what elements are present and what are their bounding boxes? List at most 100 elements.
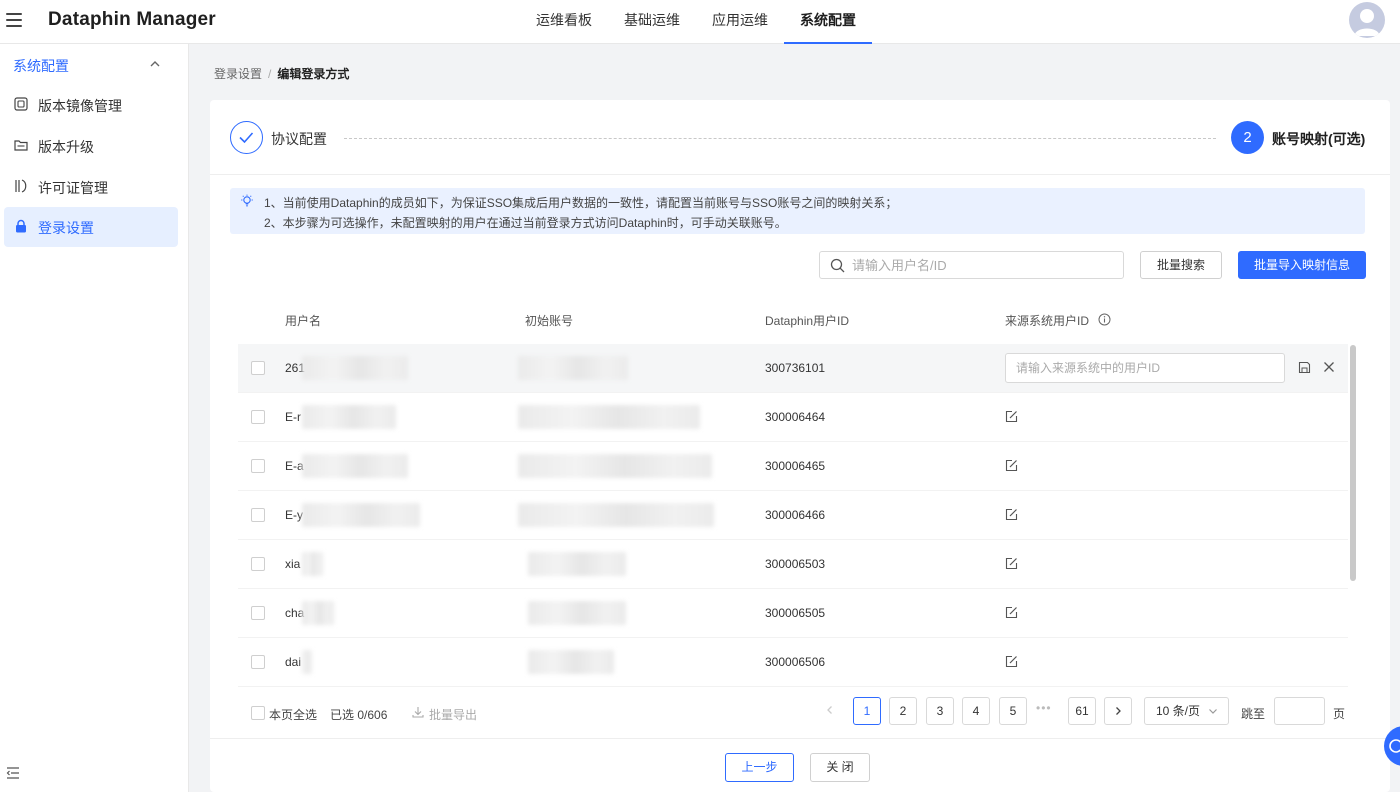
chevron-up-icon: [150, 61, 160, 67]
nav-app-ops[interactable]: 应用运维: [696, 0, 784, 44]
close-icon[interactable]: [1323, 361, 1335, 373]
user-avatar-icon: [1354, 9, 1380, 36]
sidebar-item-login-settings[interactable]: 登录设置: [4, 207, 178, 247]
column-header-initial-account: 初始账号: [525, 314, 574, 328]
breadcrumb-login-settings[interactable]: 登录设置: [214, 67, 262, 81]
page-button-1[interactable]: 1: [853, 697, 881, 725]
brand-logo[interactable]: Dataphin Manager: [48, 9, 216, 31]
collapse-sidebar-icon[interactable]: [6, 766, 20, 780]
divider: [210, 738, 1390, 739]
user-search-box[interactable]: [819, 251, 1124, 279]
edit-icon[interactable]: [1005, 508, 1018, 521]
row-checkbox[interactable]: [251, 655, 265, 669]
source-id-field[interactable]: [1005, 353, 1285, 383]
edit-icon[interactable]: [1005, 606, 1018, 619]
batch-export-button[interactable]: 批量导出: [429, 706, 477, 723]
sidebar-item-image-management[interactable]: 版本镜像管理: [4, 85, 178, 125]
row-checkbox[interactable]: [251, 410, 265, 424]
page-size-select[interactable]: 10 条/页: [1144, 697, 1229, 725]
edit-icon[interactable]: [1005, 459, 1018, 472]
redacted-initial-account: [528, 650, 614, 674]
page-ellipsis[interactable]: •••: [1036, 701, 1052, 715]
column-header-username: 用户名: [285, 314, 322, 328]
dataphin-id-cell: 300006503: [765, 557, 826, 571]
column-header-source-id: 来源系统用户ID: [1005, 314, 1090, 328]
sidebar: 系统配置 版本镜像管理 版本升级 许可证管理 登录设置: [0, 44, 189, 792]
info-notice: 1、当前使用Dataphin的成员如下，为保证SSO集成后用户数据的一致性，请配…: [230, 188, 1365, 234]
select-page-checkbox[interactable]: [251, 706, 265, 720]
save-icon[interactable]: [1298, 361, 1311, 374]
nav-ops-dashboard[interactable]: 运维看板: [520, 0, 608, 44]
username-cell: E-a: [285, 459, 304, 473]
edit-icon[interactable]: [1005, 557, 1018, 570]
page-button-last[interactable]: 61: [1068, 697, 1096, 725]
search-icon: [830, 258, 845, 273]
source-id-input[interactable]: [1016, 359, 1276, 377]
edit-icon[interactable]: [1005, 410, 1018, 423]
step-1-label: 协议配置: [271, 131, 327, 147]
info-line-2: 2、本步骤为可选操作，未配置映射的用户在通过当前登录方式访问Dataphin时，…: [264, 216, 787, 230]
page-button-4[interactable]: 4: [962, 697, 990, 725]
next-page-button[interactable]: [1104, 697, 1132, 725]
page-button-3[interactable]: 3: [926, 697, 954, 725]
check-icon: [239, 132, 254, 144]
dataphin-id-cell: 300006466: [765, 508, 826, 522]
sidebar-item-version-upgrade[interactable]: 版本升级: [4, 126, 178, 166]
redacted-username: [302, 503, 420, 527]
username-cell: E-r: [285, 410, 301, 424]
row-checkbox[interactable]: [251, 606, 265, 620]
redacted-username: [302, 454, 408, 478]
table-row[interactable]: E-y 300006466: [238, 491, 1348, 540]
image-icon: [14, 97, 28, 111]
sidebar-item-license[interactable]: 许可证管理: [4, 167, 178, 207]
redacted-initial-account: [518, 454, 712, 478]
main-nav: 运维看板 基础运维 应用运维 系统配置: [520, 0, 872, 44]
table-row[interactable]: E-a 300006465: [238, 442, 1348, 491]
batch-import-mapping-button[interactable]: 批量导入映射信息: [1238, 251, 1366, 279]
redacted-username: [302, 601, 334, 625]
row-checkbox[interactable]: [251, 557, 265, 571]
step-connector: [344, 138, 1216, 139]
selected-count: 已选 0/606: [330, 708, 388, 722]
prev-page-button[interactable]: [816, 697, 844, 725]
jump-page-input[interactable]: [1274, 697, 1325, 725]
edit-icon[interactable]: [1005, 655, 1018, 668]
select-page-label[interactable]: 本页全选: [269, 706, 317, 723]
dataphin-id-cell: 300736101: [765, 361, 826, 375]
table-row[interactable]: cha 300006505: [238, 589, 1348, 638]
row-checkbox[interactable]: [251, 508, 265, 522]
search-input[interactable]: [852, 255, 1117, 275]
batch-search-button[interactable]: 批量搜索: [1140, 251, 1222, 279]
redacted-username: [302, 405, 396, 429]
redacted-initial-account: [518, 405, 700, 429]
row-checkbox[interactable]: [251, 361, 265, 375]
divider: [210, 174, 1390, 175]
table-row[interactable]: E-r 300006464: [238, 393, 1348, 442]
sidebar-item-label: 许可证管理: [38, 180, 108, 196]
page-button-2[interactable]: 2: [889, 697, 917, 725]
table-scrollbar[interactable]: [1350, 345, 1356, 581]
page-button-5[interactable]: 5: [999, 697, 1027, 725]
sidebar-item-label: 登录设置: [38, 220, 94, 236]
sidebar-item-label: 版本升级: [38, 139, 94, 155]
breadcrumb-current: 编辑登录方式: [277, 67, 350, 81]
redacted-username: [302, 356, 408, 380]
chevron-left-icon: [827, 706, 832, 714]
redacted-initial-account: [518, 356, 628, 380]
menu-icon[interactable]: [6, 13, 22, 27]
avatar[interactable]: [1349, 2, 1385, 38]
previous-step-button[interactable]: 上一步: [725, 753, 794, 782]
row-checkbox[interactable]: [251, 459, 265, 473]
table-row[interactable]: xia 300006503: [238, 540, 1348, 589]
table-row[interactable]: dai 300006506: [238, 638, 1348, 687]
page-unit-label: 页: [1333, 707, 1346, 721]
info-icon[interactable]: [1098, 313, 1111, 326]
column-header-dataphin-id: Dataphin用户ID: [765, 314, 850, 328]
nav-system-config[interactable]: 系统配置: [784, 0, 872, 44]
table-row[interactable]: 261 300736101: [238, 344, 1348, 393]
close-button[interactable]: 关 闭: [810, 753, 870, 782]
sidebar-group-system-config[interactable]: 系统配置: [0, 44, 188, 86]
nav-basic-ops[interactable]: 基础运维: [608, 0, 696, 44]
redacted-initial-account: [518, 503, 714, 527]
page-size-value: 10 条/页: [1156, 704, 1201, 718]
